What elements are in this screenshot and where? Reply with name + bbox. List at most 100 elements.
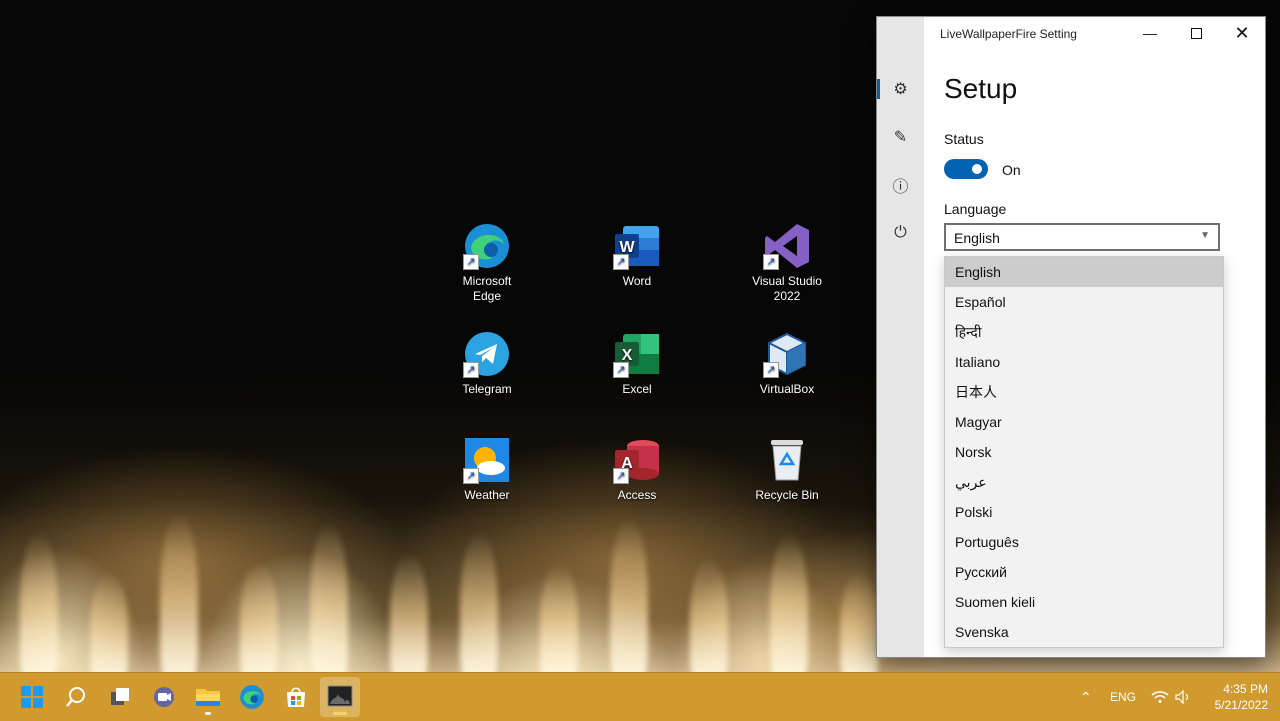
- window-title: LiveWallpaperFire Setting: [940, 27, 1077, 41]
- minimize-button[interactable]: —: [1127, 17, 1173, 49]
- volume-button[interactable]: [1175, 673, 1191, 721]
- recycle-bin-icon: [763, 436, 811, 484]
- nav-settings[interactable]: ⚙: [877, 69, 924, 109]
- close-icon: ✕: [1234, 22, 1250, 43]
- file-explorer-button[interactable]: [188, 677, 228, 717]
- nav-info[interactable]: ⓘ: [877, 165, 924, 205]
- status-label: Status: [944, 131, 984, 147]
- title-bar[interactable]: LiveWallpaperFire Setting — ✕: [924, 17, 1265, 49]
- desktop-icon-label: VirtualBox: [759, 382, 815, 396]
- chat-button[interactable]: [144, 677, 184, 717]
- edit-icon: ✎: [893, 129, 908, 146]
- live-wallpaper-taskbar-button[interactable]: [320, 677, 360, 717]
- language-indicator-text: ENG: [1110, 690, 1137, 704]
- start-button[interactable]: [12, 677, 52, 717]
- edge-icon: [240, 685, 264, 709]
- language-option[interactable]: 日本人: [945, 377, 1223, 407]
- telegram-icon: ↗: [463, 330, 511, 378]
- status-value: On: [1002, 162, 1021, 178]
- flame-decoration: [310, 522, 348, 672]
- language-option[interactable]: Português: [945, 527, 1223, 557]
- desktop-icon-visual-studio[interactable]: ↗ Visual Studio 2022: [737, 222, 837, 304]
- wifi-icon: [1151, 691, 1169, 703]
- nav-power[interactable]: ⏻: [877, 213, 924, 253]
- nav-sidebar: ⚙ ✎ ⓘ ⏻: [877, 17, 924, 657]
- minimize-icon: —: [1143, 25, 1157, 41]
- close-button[interactable]: ✕: [1219, 17, 1265, 49]
- language-option[interactable]: Svenska: [945, 617, 1223, 647]
- chevron-down-icon: ▼: [1200, 230, 1210, 241]
- info-icon: ⓘ: [892, 179, 909, 196]
- task-view-icon: [111, 688, 129, 705]
- taskbar: ⌃ ENG 4:35 PM 5/21/2022: [0, 672, 1280, 721]
- language-label: Language: [944, 201, 1007, 217]
- flame-decoration: [690, 557, 728, 672]
- desktop-icon-label: Visual Studio 2022: [752, 274, 822, 303]
- live-wallpaper-icon: [327, 685, 353, 707]
- power-icon: ⏻: [894, 224, 907, 241]
- task-view-button[interactable]: [100, 677, 140, 717]
- language-option[interactable]: Italiano: [945, 347, 1223, 377]
- show-hidden-icons-button[interactable]: ⌃: [1080, 673, 1092, 721]
- access-icon: A ↗: [613, 436, 661, 484]
- flame-decoration: [240, 562, 278, 672]
- desktop-icon-label: Word: [622, 274, 652, 288]
- desktop-icon-excel[interactable]: X ↗ Excel: [587, 330, 687, 397]
- language-option[interactable]: Español: [945, 287, 1223, 317]
- desktop-icon-access[interactable]: A ↗ Access: [587, 436, 687, 503]
- language-option[interactable]: Magyar: [945, 407, 1223, 437]
- word-icon: W ↗: [613, 222, 661, 270]
- flame-decoration: [610, 517, 648, 672]
- language-option[interactable]: Русский: [945, 557, 1223, 587]
- search-button[interactable]: [56, 677, 96, 717]
- store-button[interactable]: [276, 677, 316, 717]
- running-indicator: [333, 712, 347, 715]
- settings-icon: ⚙: [893, 81, 908, 98]
- edge-icon: ↗: [463, 222, 511, 270]
- nav-edit[interactable]: ✎: [877, 117, 924, 157]
- chat-icon: [154, 687, 174, 707]
- start-icon: [21, 686, 43, 708]
- input-language-indicator[interactable]: ENG: [1110, 673, 1136, 721]
- language-option[interactable]: Norsk: [945, 437, 1223, 467]
- weather-icon: ↗: [463, 436, 511, 484]
- desktop-icon-label: Access: [617, 488, 657, 502]
- clock-date: 5/21/2022: [1214, 698, 1268, 712]
- page-title: Setup: [944, 73, 1018, 104]
- desktop-icon-word[interactable]: W ↗ Word: [587, 222, 687, 289]
- desktop-icon-recycle-bin[interactable]: Recycle Bin: [737, 436, 837, 503]
- maximize-button[interactable]: [1173, 17, 1219, 49]
- flame-decoration: [840, 572, 878, 672]
- desktop-icon-label: Recycle Bin: [755, 488, 819, 502]
- maximize-icon: [1190, 27, 1202, 39]
- desktop-icon-label: Telegram: [462, 382, 512, 396]
- flame-decoration: [540, 562, 578, 672]
- file-explorer-icon: [196, 689, 220, 706]
- store-icon: [287, 687, 305, 707]
- edge-taskbar-button[interactable]: [232, 677, 272, 717]
- toggle-knob: [972, 164, 982, 174]
- language-select-value: English: [954, 230, 1000, 246]
- language-option[interactable]: Polski: [945, 497, 1223, 527]
- desktop-icon-virtualbox[interactable]: ↗ VirtualBox: [737, 330, 837, 397]
- language-option[interactable]: English: [945, 257, 1223, 287]
- desktop-icon-label: Microsoft Edge: [462, 274, 512, 303]
- desktop-icon-label: Weather: [464, 488, 510, 502]
- language-option[interactable]: Suomen kieli: [945, 587, 1223, 617]
- desktop-icon-telegram[interactable]: ↗ Telegram: [437, 330, 537, 397]
- status-toggle[interactable]: [944, 159, 988, 179]
- network-button[interactable]: [1151, 673, 1169, 721]
- clock-time: 4:35 PM: [1223, 682, 1268, 696]
- language-option[interactable]: हिन्दी: [945, 317, 1223, 347]
- desktop-icon-weather[interactable]: ↗ Weather: [437, 436, 537, 503]
- clock-button[interactable]: 4:35 PM 5/21/2022: [1200, 673, 1268, 721]
- flame-decoration: [770, 532, 808, 672]
- language-select[interactable]: English ▼: [944, 223, 1220, 251]
- virtualbox-icon: ↗: [763, 330, 811, 378]
- language-dropdown-list: English Español हिन्दी Italiano 日本人 Magyar Nor…: [944, 256, 1224, 648]
- search-icon: [66, 687, 85, 707]
- desktop-icon-edge[interactable]: ↗ Microsoft Edge: [437, 222, 537, 304]
- speaker-icon: [1175, 690, 1189, 704]
- language-option[interactable]: عربي: [945, 467, 1223, 497]
- visual-studio-icon: ↗: [763, 222, 811, 270]
